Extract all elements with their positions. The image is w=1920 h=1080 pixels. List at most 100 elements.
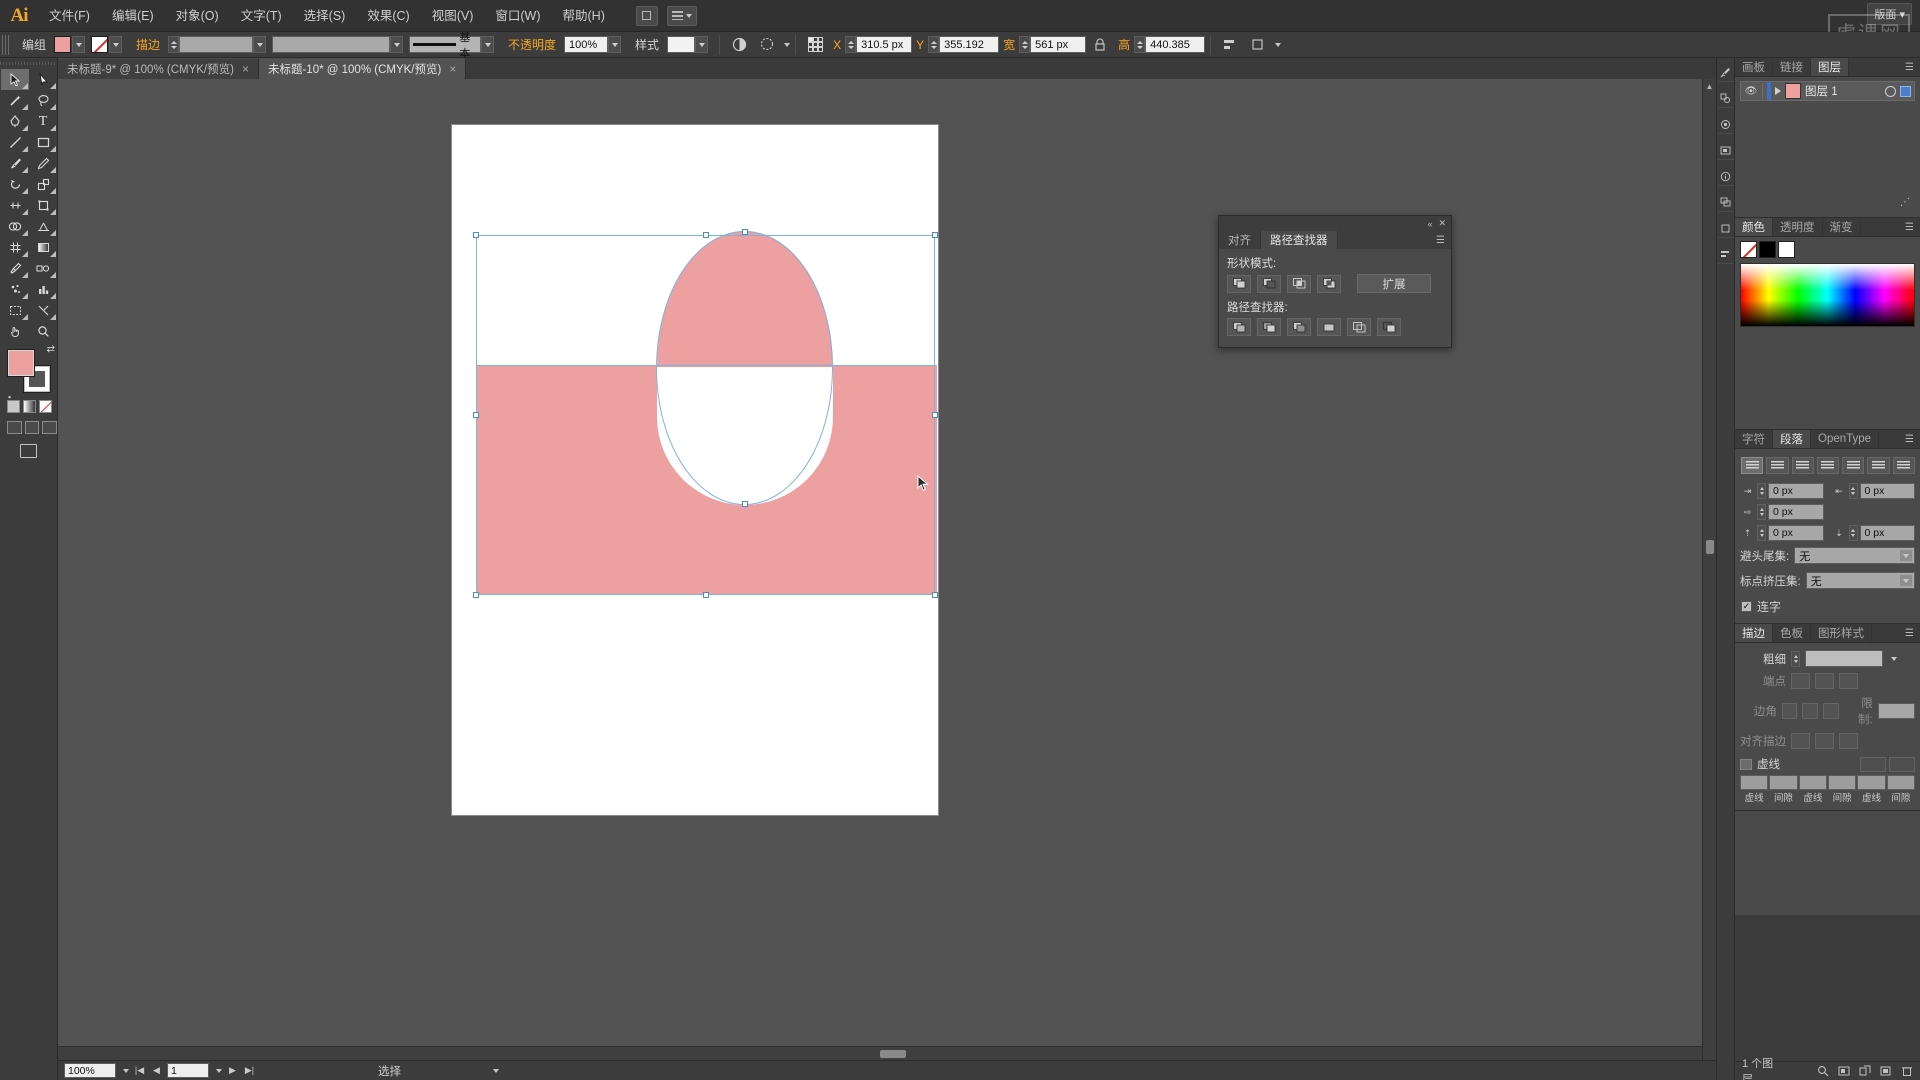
artboard-dropdown-icon[interactable] xyxy=(216,1068,222,1073)
pathfinder-titlebar[interactable]: « ✕ xyxy=(1219,216,1451,231)
fill-color-swatch[interactable] xyxy=(8,350,34,376)
horizontal-scrollbar[interactable] xyxy=(58,1046,1702,1060)
w-stepper[interactable] xyxy=(1019,36,1031,53)
kinsoku-select[interactable]: 无 xyxy=(1794,547,1915,564)
justify-all-button[interactable] xyxy=(1892,457,1915,474)
align-center-button[interactable] xyxy=(1766,457,1789,474)
pathfinder-crop-button[interactable] xyxy=(1317,318,1341,336)
menu-window[interactable]: 窗口(W) xyxy=(484,1,551,31)
status-menu-icon[interactable] xyxy=(493,1068,499,1073)
gap-3-input[interactable] xyxy=(1886,775,1915,790)
paintbrush-tool[interactable] xyxy=(1,153,29,174)
close-icon[interactable]: × xyxy=(449,62,456,76)
recolor-caret-icon[interactable] xyxy=(784,42,791,47)
space-before-input[interactable]: 0 px xyxy=(1768,525,1824,541)
gradient-mode-icon[interactable] xyxy=(23,400,36,413)
pathfinder-minus-back-button[interactable] xyxy=(1377,318,1401,336)
menu-object[interactable]: 对象(O) xyxy=(165,1,230,31)
tab-stroke[interactable]: 描边 xyxy=(1735,624,1773,642)
h-stepper[interactable] xyxy=(1134,36,1146,53)
pathfinder-unite-button[interactable] xyxy=(1227,274,1251,293)
miter-limit-input[interactable] xyxy=(1877,703,1915,719)
gap-1-input[interactable] xyxy=(1769,775,1798,790)
first-artboard-button[interactable]: |◀ xyxy=(133,1065,146,1076)
gap-2-input[interactable] xyxy=(1828,775,1857,790)
y-field[interactable]: 355.192 xyxy=(939,36,1000,53)
default-fill-stroke-icon[interactable]: ▪ xyxy=(8,392,11,402)
stroke-weight-input[interactable] xyxy=(1805,650,1883,667)
h-field[interactable]: 440.385 xyxy=(1145,36,1206,53)
dash-2-input[interactable] xyxy=(1798,775,1827,790)
color-spectrum[interactable] xyxy=(1740,263,1915,327)
fullscreen-menubar-mode-icon[interactable] xyxy=(24,421,40,434)
x-stepper[interactable] xyxy=(845,36,857,53)
stroke-weight-stepper[interactable] xyxy=(168,36,180,53)
tab-paragraph[interactable]: 段落 xyxy=(1773,430,1811,448)
menu-edit[interactable]: 编辑(E) xyxy=(101,1,165,31)
chevron-down-icon[interactable] xyxy=(1900,575,1912,586)
tab-color[interactable]: 颜色 xyxy=(1735,218,1773,236)
indent-right-stepper[interactable] xyxy=(1848,483,1858,499)
x-field[interactable]: 310.5 px xyxy=(856,36,913,53)
space-before-stepper[interactable] xyxy=(1757,525,1766,541)
y-stepper[interactable] xyxy=(928,36,940,53)
indent-left-stepper[interactable] xyxy=(1757,483,1766,499)
tab-layers[interactable]: 图层 xyxy=(1811,58,1849,76)
selection-indicator[interactable] xyxy=(1900,85,1911,97)
round-join-button[interactable] xyxy=(1802,703,1819,719)
chevron-down-icon[interactable] xyxy=(1900,550,1912,561)
prev-artboard-button[interactable]: ◀ xyxy=(150,1065,163,1076)
magic-wand-tool[interactable] xyxy=(1,90,29,111)
document-tab-2[interactable]: 未标题-10* @ 100% (CMYK/预览) × xyxy=(258,58,467,79)
transform-reference-point-icon[interactable] xyxy=(804,35,826,55)
tab-graphic-styles[interactable]: 图形样式 xyxy=(1811,624,1872,642)
menu-file[interactable]: 文件(F) xyxy=(38,1,101,31)
pathfinder-rail-icon[interactable] xyxy=(1717,194,1734,212)
indent-first-input[interactable]: 0 px xyxy=(1768,504,1824,520)
opacity-field[interactable]: 100% xyxy=(564,36,609,53)
tab-character[interactable]: 字符 xyxy=(1735,430,1773,448)
next-artboard-button[interactable]: ▶ xyxy=(226,1065,239,1076)
opacity-mask-icon[interactable] xyxy=(728,35,750,55)
change-screen-mode-icon[interactable] xyxy=(20,444,37,458)
mesh-tool[interactable] xyxy=(1,237,29,258)
last-artboard-button[interactable]: ▶| xyxy=(243,1065,256,1076)
stroke-weight-dropdown[interactable] xyxy=(253,36,267,53)
white-swatch[interactable] xyxy=(1778,241,1795,258)
gradient-tool[interactable] xyxy=(29,237,57,258)
workspace-switcher[interactable]: 版面 ▾ xyxy=(1867,3,1912,25)
type-tool[interactable]: T xyxy=(29,111,57,132)
create-new-layer-icon[interactable] xyxy=(1880,1065,1892,1077)
dash-1-input[interactable] xyxy=(1740,775,1769,790)
space-after-stepper[interactable] xyxy=(1848,525,1858,541)
eye-icon[interactable]: 👁 xyxy=(1744,86,1758,97)
tab-transparency[interactable]: 透明度 xyxy=(1773,218,1823,236)
artboard-tool[interactable] xyxy=(1,300,29,321)
panel-menu-icon[interactable]: ☰ xyxy=(1899,58,1920,76)
transform-caret-icon[interactable] xyxy=(1275,42,1282,47)
align-stroke-inside-button[interactable] xyxy=(1815,733,1834,749)
hand-tool[interactable] xyxy=(1,321,29,342)
brush-dropdown[interactable] xyxy=(481,36,495,53)
scroll-up-icon[interactable]: ▲ xyxy=(1703,79,1716,93)
align-stroke-outside-button[interactable] xyxy=(1839,733,1858,749)
locate-object-icon[interactable] xyxy=(1817,1065,1829,1077)
pathfinder-trim-button[interactable] xyxy=(1257,318,1281,336)
hyphenate-checkbox[interactable]: ✓ xyxy=(1741,601,1752,612)
rectangle-tool[interactable] xyxy=(29,132,57,153)
butt-cap-button[interactable] xyxy=(1791,673,1810,689)
brushes-panel-icon[interactable] xyxy=(1717,64,1734,82)
dashed-line-checkbox[interactable] xyxy=(1740,758,1752,770)
panel-menu-icon[interactable]: ☰ xyxy=(1899,624,1920,642)
artboard-number-field[interactable]: 1 xyxy=(167,1063,209,1078)
graphic-style-dropdown[interactable] xyxy=(695,36,709,53)
free-transform-tool[interactable] xyxy=(29,195,57,216)
dash-align-corners-button[interactable] xyxy=(1889,756,1915,772)
make-clipping-mask-icon[interactable] xyxy=(1838,1065,1850,1077)
pathfinder-divide-button[interactable] xyxy=(1227,318,1251,336)
canvas-area[interactable] xyxy=(58,79,1716,1060)
pathfinder-minus-front-button[interactable] xyxy=(1257,274,1281,293)
bevel-join-button[interactable] xyxy=(1823,703,1839,719)
pathfinder-intersect-button[interactable] xyxy=(1287,274,1311,293)
slice-tool[interactable] xyxy=(29,300,57,321)
